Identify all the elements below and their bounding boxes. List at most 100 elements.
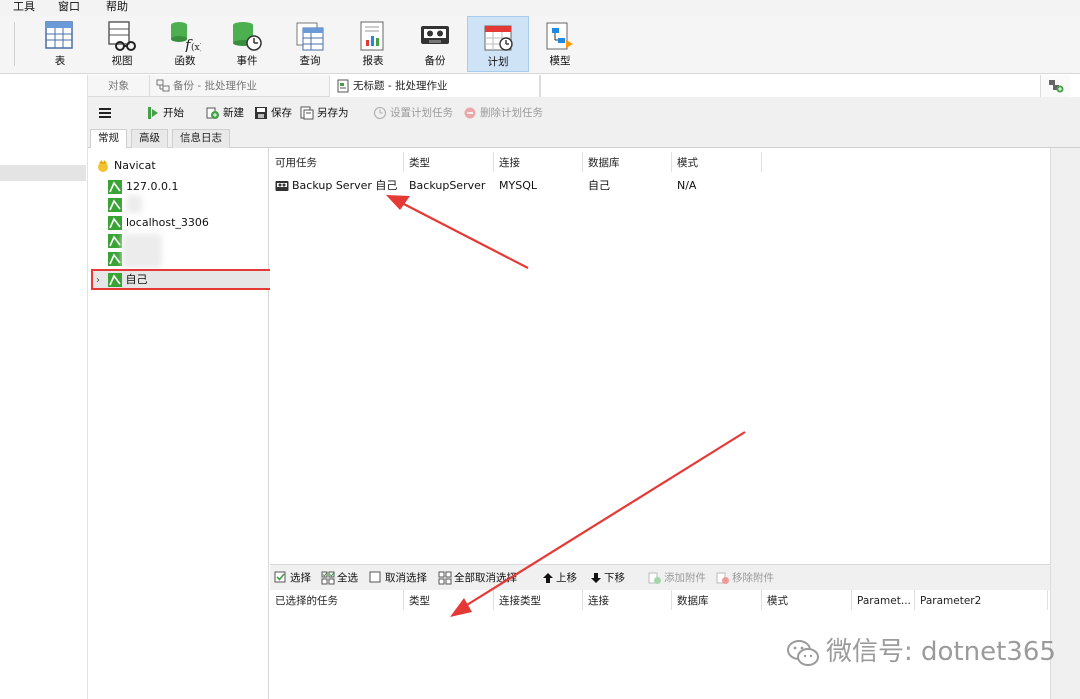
- save-button[interactable]: 保存: [254, 105, 292, 121]
- tab-untitled-batch-job[interactable]: 无标题 - 批处理作业: [330, 75, 540, 97]
- menu-hamburger-button[interactable]: [98, 105, 115, 121]
- remove-attachment-button[interactable]: 移除附件: [716, 570, 774, 586]
- ribbon-query-label: 查询: [299, 55, 321, 67]
- column-header[interactable]: 类型: [404, 152, 494, 172]
- tree-connection-label: 自己: [125, 273, 148, 286]
- column-header[interactable]: Paramet...: [852, 590, 915, 610]
- delete-icon: [464, 107, 476, 119]
- tab-advanced[interactable]: 高级: [131, 129, 168, 148]
- set-schedule-task-button[interactable]: 设置计划任务: [373, 105, 453, 121]
- tree-connection-localhost[interactable]: localhost_3306: [108, 214, 209, 232]
- save-as-icon: [300, 106, 314, 120]
- ribbon-report-button[interactable]: 报表: [346, 16, 400, 72]
- table-icon: [45, 21, 73, 49]
- tab-options-button[interactable]: [1040, 75, 1070, 97]
- tab-strip-empty: [540, 75, 1080, 97]
- batch-job-icon: [156, 79, 170, 92]
- new-icon: [206, 107, 219, 119]
- deselect-all-label: 全部取消选择: [454, 572, 517, 584]
- settings-tabs: 常规 高级 信息日志: [88, 129, 1080, 149]
- tree-root-label: Navicat: [114, 159, 156, 172]
- add-attachment-icon: [648, 572, 661, 584]
- column-header[interactable]: 数据库: [672, 590, 762, 610]
- task-connection-cell: MYSQL: [499, 179, 537, 192]
- right-panel-strip: [1050, 148, 1080, 699]
- ribbon-model-button[interactable]: 模型: [533, 16, 587, 72]
- deselect-button[interactable]: 取消选择: [369, 570, 427, 586]
- add-connection-icon: [1049, 80, 1064, 93]
- tree-connection-hidden-1[interactable]: [108, 196, 126, 214]
- delete-schedule-task-button[interactable]: 删除计划任务: [463, 105, 543, 121]
- query-icon: [296, 22, 324, 51]
- schedule-icon: [484, 25, 513, 51]
- menu-help[interactable]: 帮助: [106, 0, 128, 13]
- mysql-connection-icon: [108, 234, 122, 248]
- report-icon: [360, 21, 384, 51]
- connection-tree: Navicat 127.0.0.1 localhost_3306 › 自己: [88, 148, 273, 699]
- column-header[interactable]: 模式: [672, 152, 762, 172]
- arrow-down-icon: [591, 573, 601, 583]
- select-all-icon: [321, 571, 335, 585]
- tab-message-log[interactable]: 信息日志: [172, 129, 230, 148]
- ribbon-table-button[interactable]: 表: [33, 16, 87, 72]
- select-button[interactable]: 选择: [274, 570, 311, 586]
- select-all-label: 全选: [337, 572, 358, 584]
- selected-tasks-toolbar: 选择 全选 取消选择 全部取消选择 上移 下移 添加附件 移除附件: [270, 564, 1050, 590]
- tree-connection-127[interactable]: 127.0.0.1: [108, 178, 178, 196]
- ribbon-query-button[interactable]: 查询: [283, 16, 337, 72]
- event-icon: [233, 22, 262, 51]
- menu-window[interactable]: 窗口: [58, 0, 80, 13]
- task-schema-cell: N/A: [677, 179, 697, 192]
- column-header[interactable]: 模式: [762, 590, 852, 610]
- tab-general[interactable]: 常规: [90, 129, 127, 149]
- tab-backup-batch-job[interactable]: 备份 - 批处理作业: [150, 75, 330, 97]
- deselect-all-button[interactable]: 全部取消选择: [438, 570, 517, 586]
- connection-navigator[interactable]: [0, 75, 88, 699]
- ribbon-table-label: 表: [54, 55, 66, 67]
- table-row[interactable]: Backup Server 自己 BackupServer MYSQL 自己 N…: [270, 176, 1050, 196]
- mysql-connection-icon: [108, 198, 122, 212]
- column-header[interactable]: 连接类型: [494, 590, 583, 610]
- delete-schedule-task-label: 删除计划任务: [480, 107, 543, 119]
- column-header[interactable]: 类型: [404, 590, 494, 610]
- column-header[interactable]: 已选择的任务: [270, 590, 404, 610]
- menu-tools[interactable]: 工具: [13, 0, 35, 13]
- ribbon-event-button[interactable]: 事件: [220, 16, 274, 72]
- move-down-button[interactable]: 下移: [590, 570, 625, 586]
- ribbon-backup-button[interactable]: 备份: [408, 16, 462, 72]
- watermark: 微信号: dotnet365: [786, 632, 1056, 672]
- ribbon-schedule-button[interactable]: 计划: [467, 16, 529, 72]
- menu-bar: 工具 窗口 帮助: [0, 0, 1080, 16]
- clock-icon: [374, 107, 386, 119]
- column-header[interactable]: 连接: [583, 590, 672, 610]
- hamburger-icon: [99, 108, 111, 118]
- chevron-right-icon[interactable]: ›: [96, 275, 100, 286]
- select-all-button[interactable]: 全选: [321, 570, 358, 586]
- tree-connection-ziji[interactable]: › 自己: [96, 271, 148, 289]
- remove-attachment-label: 移除附件: [732, 572, 774, 584]
- ribbon-view-button[interactable]: 视图: [95, 16, 149, 72]
- tab-objects[interactable]: 对象: [88, 75, 150, 97]
- mysql-connection-icon: [108, 180, 122, 194]
- ribbon-backup-label: 备份: [424, 55, 446, 67]
- start-icon: [148, 107, 158, 119]
- add-attachment-button[interactable]: 添加附件: [648, 570, 706, 586]
- wechat-icon: [787, 639, 819, 666]
- new-button[interactable]: 新建: [206, 105, 244, 121]
- start-button[interactable]: 开始: [146, 105, 184, 121]
- move-down-label: 下移: [604, 572, 625, 584]
- column-header[interactable]: 可用任务: [270, 152, 404, 172]
- new-label: 新建: [223, 107, 244, 119]
- ribbon-function-button[interactable]: f (x) 函数: [158, 16, 212, 72]
- move-up-button[interactable]: 上移: [542, 570, 577, 586]
- save-as-button[interactable]: 另存为: [300, 105, 349, 121]
- remove-attachment-icon: [716, 572, 729, 584]
- tree-root-navicat[interactable]: Navicat: [96, 157, 156, 175]
- navigator-selected-row[interactable]: [0, 165, 86, 181]
- column-header[interactable]: 连接: [494, 152, 583, 172]
- column-header[interactable]: 数据库: [583, 152, 672, 172]
- select-icon: [274, 571, 286, 583]
- tree-connection-label: localhost_3306: [126, 216, 209, 229]
- redacted-name: [126, 195, 142, 213]
- column-header[interactable]: Parameter2: [915, 590, 1048, 610]
